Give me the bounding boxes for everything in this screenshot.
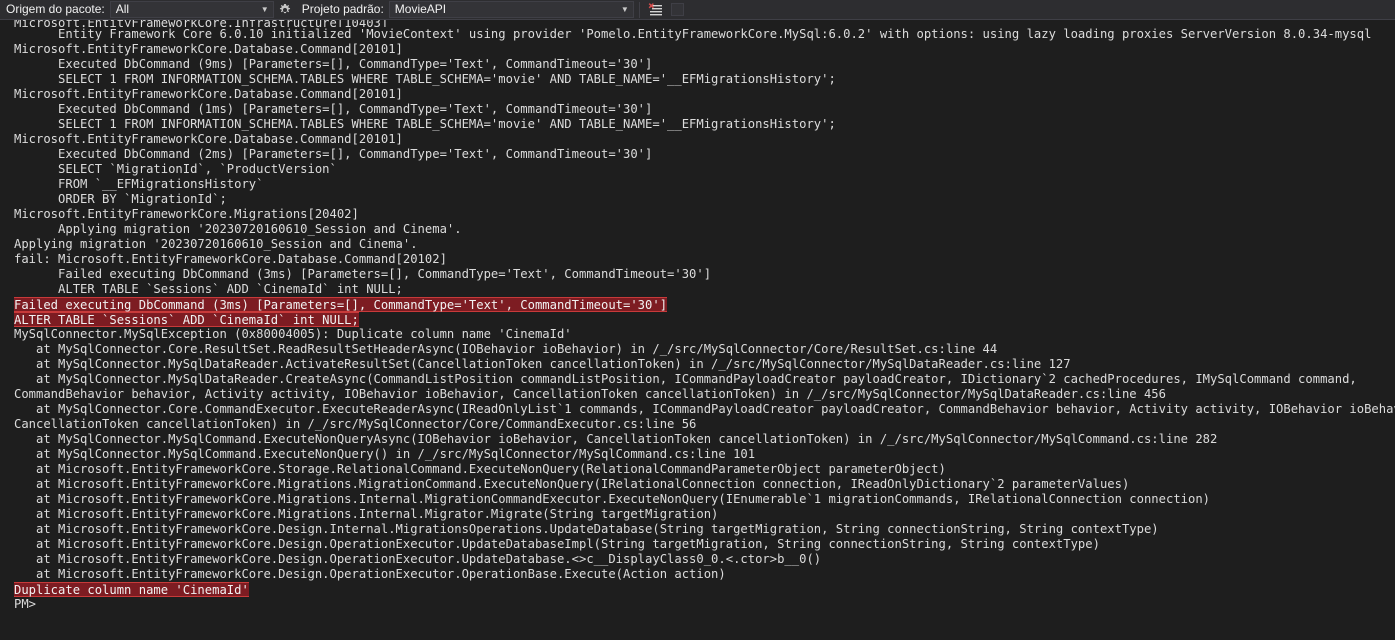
clear-console-button[interactable]: [645, 1, 667, 19]
console-line: ALTER TABLE `Sessions` ADD `CinemaId` in…: [14, 282, 403, 296]
console-line: SELECT `MigrationId`, `ProductVersion`: [14, 162, 337, 176]
console-line-error: Failed executing DbCommand (3ms) [Parame…: [0, 297, 1395, 312]
console-line: SELECT 1 FROM INFORMATION_SCHEMA.TABLES …: [14, 117, 836, 131]
console-line: at Microsoft.EntityFrameworkCore.Design.…: [14, 522, 1159, 536]
error-text: Duplicate column name 'CinemaId': [14, 582, 249, 597]
console-line: at Microsoft.EntityFrameworkCore.Design.…: [14, 537, 1100, 551]
console-line: at MySqlConnector.MySqlCommand.ExecuteNo…: [14, 432, 1218, 446]
console-line: SELECT 1 FROM INFORMATION_SCHEMA.TABLES …: [14, 72, 836, 86]
console-line: MySqlConnector.MySqlException (0x8000400…: [14, 327, 572, 341]
package-source-label: Origem do pacote:: [6, 2, 105, 16]
console-line: fail: Microsoft.EntityFrameworkCore.Data…: [14, 252, 447, 266]
package-source-dropdown[interactable]: All ▼: [109, 1, 274, 18]
console-line: at MySqlConnector.MySqlDataReader.Create…: [14, 372, 1357, 386]
console-line: Microsoft.EntityFrameworkCore.Infrastruc…: [14, 20, 389, 27]
toolbar-divider: [638, 1, 640, 18]
console-line-error: ALTER TABLE `Sessions` ADD `CinemaId` in…: [0, 312, 1395, 327]
console-line: Executed DbCommand (2ms) [Parameters=[],…: [14, 147, 653, 161]
console-line: Entity Framework Core 6.0.10 initialized…: [14, 27, 1372, 41]
console-line: Executed DbCommand (1ms) [Parameters=[],…: [14, 102, 653, 116]
console-line: ORDER BY `MigrationId`;: [14, 192, 227, 206]
stop-button-icon: [671, 3, 685, 16]
error-text: ALTER TABLE `Sessions` ADD `CinemaId` in…: [14, 312, 359, 327]
console-line: at MySqlConnector.MySqlCommand.ExecuteNo…: [14, 447, 756, 461]
error-text: Failed executing DbCommand (3ms) [Parame…: [14, 297, 668, 312]
console-line: Applying migration '20230720160610_Sessi…: [14, 237, 418, 251]
clear-console-icon: [648, 2, 662, 15]
default-project-label: Projeto padrão:: [301, 2, 384, 16]
console-line: at Microsoft.EntityFrameworkCore.Storage…: [14, 462, 946, 476]
console-line: at MySqlConnector.Core.ResultSet.ReadRes…: [14, 342, 998, 356]
chevron-down-icon: ▼: [260, 5, 269, 14]
console-line: PM>: [14, 597, 37, 611]
console-line: Microsoft.EntityFrameworkCore.Database.C…: [14, 132, 403, 146]
console-line: at Microsoft.EntityFrameworkCore.Design.…: [14, 552, 822, 566]
console-line: CancellationToken cancellationToken) in …: [14, 417, 697, 431]
console-line: Executed DbCommand (9ms) [Parameters=[],…: [14, 57, 653, 71]
console-line: FROM `__EFMigrationsHistory`: [14, 177, 264, 191]
stop-button[interactable]: [667, 1, 689, 19]
console-line: Microsoft.EntityFrameworkCore.Database.C…: [14, 87, 403, 101]
gear-icon: [279, 3, 290, 13]
package-manager-console-toolbar: Origem do pacote: All ▼ Projeto padrão: …: [0, 0, 1395, 20]
chevron-down-icon: ▼: [620, 5, 629, 14]
console-line: at MySqlConnector.Core.CommandExecutor.E…: [14, 402, 1395, 416]
console-line: CommandBehavior behavior, Activity activ…: [14, 387, 1166, 401]
console-line: at MySqlConnector.MySqlDataReader.Activa…: [14, 357, 1071, 371]
console-output[interactable]: Microsoft.EntityFrameworkCore.Infrastruc…: [0, 20, 1395, 640]
console-line: Microsoft.EntityFrameworkCore.Database.C…: [14, 42, 403, 56]
settings-gear-button[interactable]: [274, 3, 296, 17]
console-line: at Microsoft.EntityFrameworkCore.Design.…: [14, 567, 726, 581]
console-line: at Microsoft.EntityFrameworkCore.Migrati…: [14, 477, 1130, 491]
console-line: Microsoft.EntityFrameworkCore.Migrations…: [14, 207, 359, 221]
default-project-value: MovieAPI: [394, 2, 447, 16]
console-line-error: Duplicate column name 'CinemaId': [0, 582, 1395, 597]
package-source-value: All: [115, 2, 130, 16]
console-line: Failed executing DbCommand (3ms) [Parame…: [14, 267, 712, 281]
console-line: Applying migration '20230720160610_Sessi…: [14, 222, 462, 236]
default-project-dropdown[interactable]: MovieAPI ▼: [388, 1, 634, 18]
console-line: at Microsoft.EntityFrameworkCore.Migrati…: [14, 507, 719, 521]
console-line: at Microsoft.EntityFrameworkCore.Migrati…: [14, 492, 1211, 506]
